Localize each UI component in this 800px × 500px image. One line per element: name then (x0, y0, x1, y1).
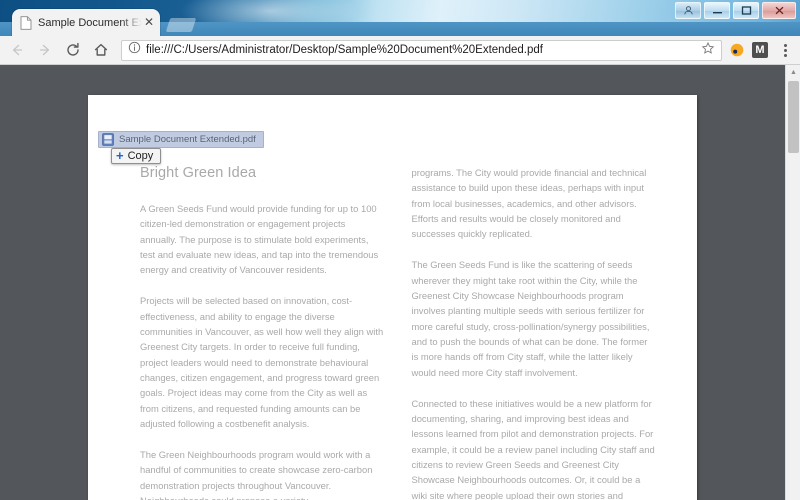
maximize-button[interactable] (733, 2, 759, 19)
tab-title: Sample Document Exten (38, 16, 142, 29)
menu-dot (783, 53, 787, 57)
drag-file-ghost: Sample Document Extended.pdf (98, 131, 264, 148)
window-controls (675, 2, 796, 19)
paragraph: programs. The City would provide financi… (411, 167, 647, 240)
paragraph: Projects will be selected based on innov… (140, 295, 384, 429)
pdf-viewer: Bright Green Idea A Green Seeds Fund wou… (0, 65, 785, 500)
plus-icon: + (116, 148, 124, 163)
browser-menu-button[interactable] (774, 43, 796, 57)
pdf-page: Bright Green Idea A Green Seeds Fund wou… (88, 95, 697, 500)
home-button[interactable] (87, 36, 115, 64)
paragraph: Connected to these initiatives would be … (411, 397, 655, 500)
menu-dot (783, 48, 787, 52)
scrollbar-thumb[interactable] (788, 81, 799, 153)
paragraph: A Green Seeds Fund would provide funding… (140, 203, 379, 276)
copy-label: Copy (127, 150, 154, 162)
paragraph: The Green Neighbourhoods program would w… (140, 449, 373, 500)
page-title: Bright Green Idea (140, 165, 257, 181)
user-account-button[interactable] (675, 2, 701, 19)
extension-crescent-icon[interactable] (726, 39, 748, 61)
address-bar[interactable]: file:///C:/Users/Administrator/Desktop/S… (121, 39, 722, 61)
forward-button[interactable] (31, 36, 59, 64)
vertical-scrollbar[interactable]: ▲ (785, 65, 800, 500)
minimize-button[interactable] (704, 2, 730, 19)
paragraph: The Green Seeds Fund is like the scatter… (411, 259, 650, 378)
menu-dot (783, 43, 787, 47)
browser-toolbar: file:///C:/Users/Administrator/Desktop/S… (0, 36, 800, 65)
scroll-up-arrow-icon[interactable]: ▲ (786, 65, 800, 79)
new-tab-button[interactable] (165, 18, 197, 32)
copy-drop-indicator: + Copy (111, 148, 162, 164)
titlebar-glow (180, 0, 360, 22)
tab-close-icon[interactable]: ✕ (142, 15, 156, 30)
back-button[interactable] (3, 36, 31, 64)
pdf-text-columns: Bright Green Idea A Green Seeds Fund wou… (140, 165, 655, 500)
pdf-column-left: Bright Green Idea A Green Seeds Fund wou… (140, 165, 384, 500)
info-circle-icon[interactable] (128, 41, 141, 59)
extension-mega-icon[interactable]: M (750, 39, 772, 61)
pdf-column-right: programs. The City would provide financi… (412, 165, 656, 500)
close-button[interactable] (762, 2, 796, 19)
pdf-file-icon (102, 133, 114, 146)
bookmark-star-icon[interactable] (701, 41, 715, 60)
document-icon (20, 15, 32, 30)
address-bar-url: file:///C:/Users/Administrator/Desktop/S… (146, 44, 543, 56)
reload-button[interactable] (59, 36, 87, 64)
drag-file-name: Sample Document Extended.pdf (119, 134, 256, 145)
extension-mega-label: M (752, 42, 768, 58)
browser-tab[interactable]: Sample Document Exten ✕ (12, 9, 160, 36)
